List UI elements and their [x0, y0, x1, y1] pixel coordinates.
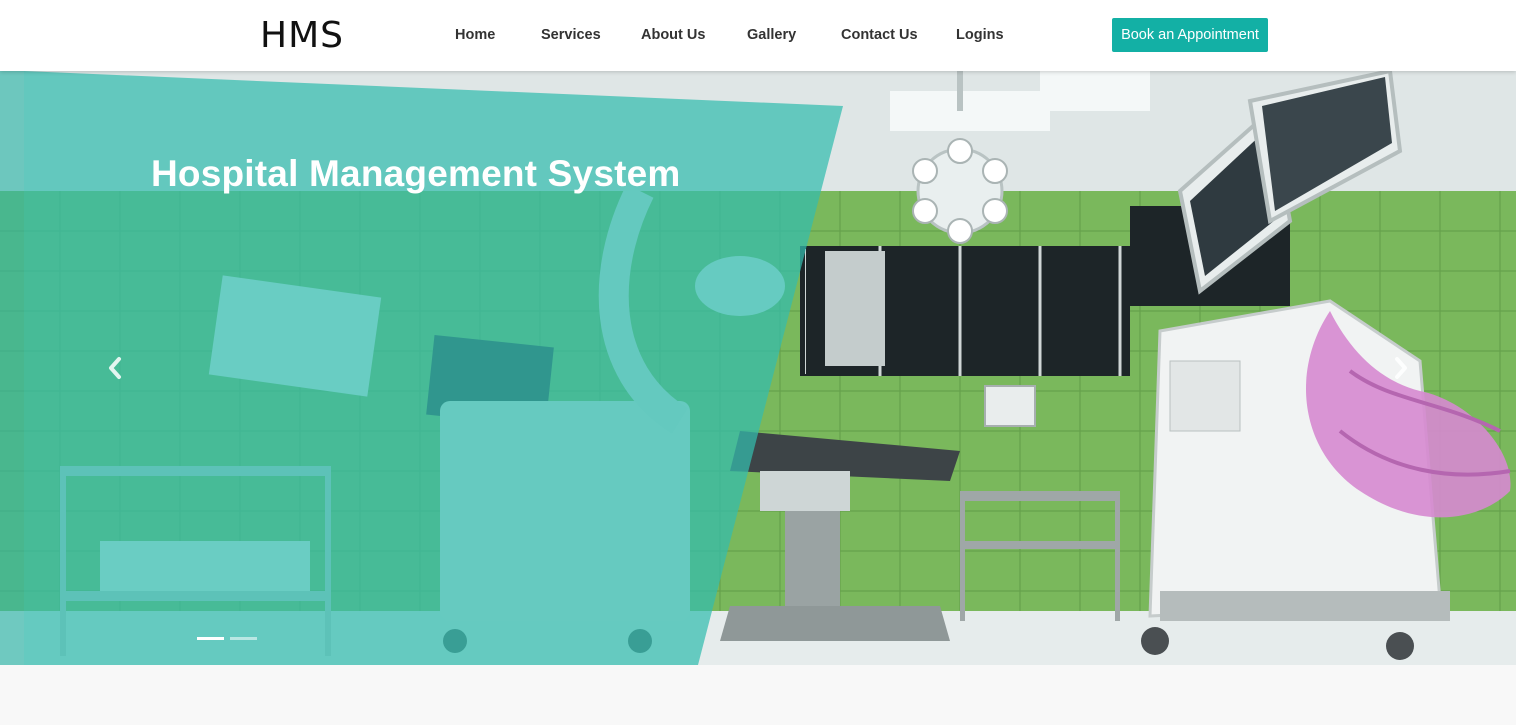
nav-item-services[interactable]: Services — [541, 25, 601, 45]
book-appointment-button[interactable]: Book an Appointment — [1112, 18, 1268, 52]
nav-item-contact-us[interactable]: Contact Us — [841, 25, 918, 45]
hero-title: Hospital Management System — [151, 153, 681, 194]
carousel-indicator-1[interactable] — [197, 637, 224, 640]
carousel-next-button[interactable] — [1389, 354, 1413, 382]
nav-item-gallery[interactable]: Gallery — [747, 25, 796, 45]
nav-item-about-us[interactable]: About Us — [641, 25, 705, 45]
carousel-prev-button[interactable] — [103, 354, 127, 382]
site-header: HMS Home Services About Us Gallery Conta… — [0, 0, 1516, 71]
chevron-right-icon — [1395, 357, 1407, 379]
page-content-area — [0, 665, 1516, 725]
chevron-left-icon — [109, 357, 121, 379]
logo[interactable]: HMS — [260, 16, 344, 56]
hero-carousel: Hospital Management System — [0, 71, 1516, 665]
carousel-indicator-2[interactable] — [230, 637, 257, 640]
nav-item-home[interactable]: Home — [455, 25, 495, 45]
nav-item-logins[interactable]: Logins — [956, 25, 1004, 45]
